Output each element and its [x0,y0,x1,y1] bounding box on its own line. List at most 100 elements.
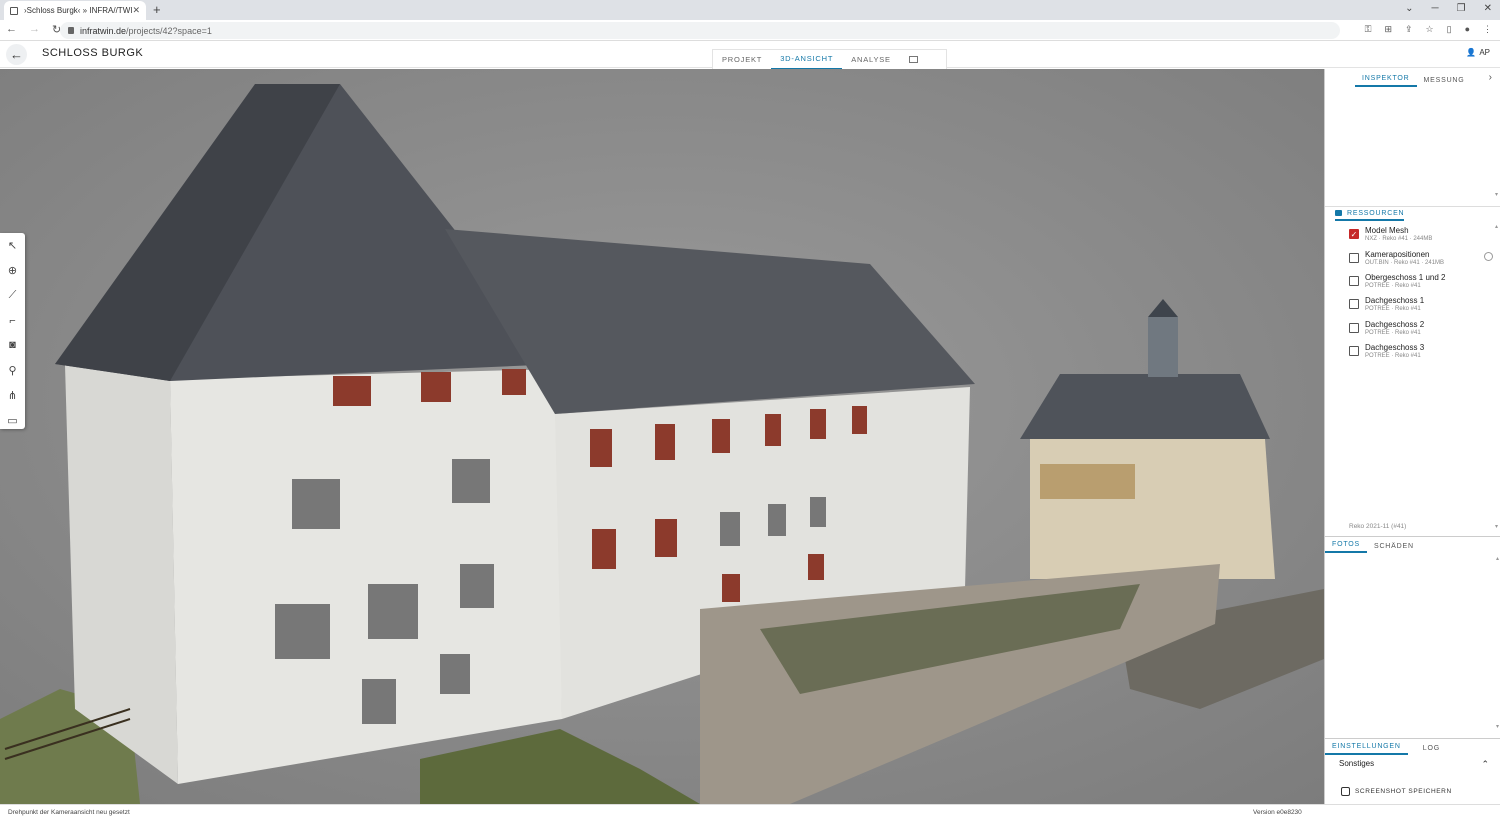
sidebar-icon[interactable]: ▯ [1447,24,1452,35]
sonstiges-label[interactable]: Sonstiges [1339,759,1374,768]
camera-icon[interactable]: ◙ [4,337,22,355]
tab-schaeden[interactable]: SCHÄDEN [1367,543,1421,553]
lock-icon [68,27,74,34]
contrast-toggle-icon[interactable] [1484,252,1493,261]
resource-name: Kamerapositionen [1365,250,1430,259]
resource-meta: POTREE · Reko #41 [1365,283,1421,289]
tab-log[interactable]: LOG [1416,745,1447,755]
resource-meta: POTREE · Reko #41 [1365,330,1421,336]
resource-name: Dachgeschoss 3 [1365,343,1425,352]
address-bar: ← → ↻ infratwin.de/projects/42?space=1 ⚿… [0,20,1500,41]
browser-tabstrip: ›Schloss Burgk‹ » INFRA//TWIN ✕ + ⌄ ─ ❐ … [0,0,1500,20]
scroll-down-icon[interactable]: ▾ [1495,523,1498,530]
resource-meta: POTREE · Reko #41 [1365,353,1421,359]
resource-name: Obergeschoss 1 und 2 [1365,273,1446,282]
user-icon: 👤 [1466,48,1477,57]
checkbox[interactable] [1349,323,1359,333]
3d-viewport[interactable]: ↖ ⊕ ⟋ ⌐ ◙ ⚲ ⋔ ▭ [0,69,1324,804]
tab-fotos[interactable]: FOTOS [1325,541,1367,553]
inspector-tabs: INSPEKTOR MESSUNG [1325,69,1500,87]
angle-measure-icon[interactable]: ⌐ [4,312,22,330]
resource-item[interactable]: Dachgeschoss 2 POTREE · Reko #41 [1349,320,1497,342]
checkbox[interactable] [1349,299,1359,309]
checkbox-checked[interactable]: ✓ [1349,229,1359,239]
comment-icon[interactable]: ▭ [4,411,22,429]
key-icon[interactable]: ⚿ [1365,24,1372,35]
back-button[interactable]: ← [6,44,27,65]
resource-meta: NXZ · Reko #41 · 244MB [1365,236,1433,242]
status-bar: Drehpunkt der Kameraansicht neu gesetzt … [0,804,1500,819]
tab-analyse[interactable]: ANALYSE [842,50,900,70]
url-field[interactable]: infratwin.de/projects/42?space=1 [60,22,1340,39]
split-view-icon [908,56,918,63]
save-screenshot-button[interactable]: SCREENSHOT SPEICHERN [1341,787,1452,796]
resource-meta: OUT.BIN · Reko #41 · 241MB [1365,260,1445,266]
url-path: /projects/42?space=1 [126,25,212,36]
photos-tabs: FOTOS SCHÄDEN [1325,537,1500,553]
camera-icon [1335,210,1342,216]
browser-tab[interactable]: ›Schloss Burgk‹ » INFRA//TWIN ✕ [4,1,146,20]
forward-arrow-icon[interactable]: → [29,23,40,36]
status-message: Drehpunkt der Kameraansicht neu gesetzt [8,809,130,816]
settings-section: EINSTELLUNGEN LOG Sonstiges ⌃ SCREENSHOT… [1325,738,1500,804]
project-title: SCHLOSS BURGK [42,47,144,59]
tab-3d-ansicht[interactable]: 3D-ANSICHT [771,50,843,70]
collapse-panel-chevron-icon[interactable]: › [1489,72,1492,83]
resource-name: Dachgeschoss 2 [1365,320,1425,329]
new-tab-icon[interactable]: + [153,2,161,17]
tab-einstellungen[interactable]: EINSTELLUNGEN [1325,743,1408,755]
close-tab-icon[interactable]: ✕ [132,5,140,16]
right-panel: INSPEKTOR MESSUNG › ▾ RESSOURCEN ▴ ✓ Mod… [1324,69,1500,804]
resource-item[interactable]: Dachgeschoss 3 POTREE · Reko #41 [1349,343,1497,365]
browser-nav: ← → ↻ [6,23,61,36]
scroll-up-icon[interactable]: ▴ [1496,555,1499,562]
tab-messung[interactable]: MESSUNG [1417,77,1472,87]
user-menu[interactable]: 👤 AP [1466,48,1490,57]
user-initials: AP [1479,48,1490,57]
translate-icon[interactable]: ⊞ [1384,24,1392,35]
tab-inspektor[interactable]: INSPEKTOR [1355,75,1417,87]
close-window-icon[interactable]: ✕ [1484,3,1492,14]
resource-item[interactable]: Kamerapositionen OUT.BIN · Reko #41 · 24… [1349,250,1497,272]
scroll-down-icon[interactable]: ▾ [1495,191,1498,198]
resource-item[interactable]: Obergeschoss 1 und 2 POTREE · Reko #41 [1349,273,1497,295]
tab-projekt[interactable]: PROJEKT [713,50,771,70]
version-label: Version e0e8230 [1253,809,1302,816]
minimize-icon[interactable]: ─ [1432,3,1439,14]
viewport-toolbar: ↖ ⊕ ⟋ ⌐ ◙ ⚲ ⋔ ▭ [0,233,25,429]
arrow-left-icon: ← [10,47,23,62]
resource-item[interactable]: ✓ Model Mesh NXZ · Reko #41 · 244MB [1349,226,1497,248]
scroll-down-icon[interactable]: ▾ [1496,723,1499,730]
browser-toolbar-icons: ⚿ ⊞ ⇪ ☆ ▯ ● ⋮ [1365,24,1492,35]
bookmark-star-icon[interactable]: ☆ [1426,24,1434,35]
network-nodes-icon[interactable]: ⋔ [4,386,22,404]
location-pin-icon[interactable]: ⚲ [4,361,22,379]
screenshot-icon [1341,787,1350,796]
resources-label: RESSOURCEN [1347,209,1405,217]
crosshair-icon[interactable]: ⊕ [4,262,22,280]
settings-tabs: EINSTELLUNGEN LOG [1325,739,1500,755]
view-tabs: PROJEKT 3D-ANSICHT ANALYSE [712,49,947,70]
measure-ruler-icon[interactable]: ⟋ [4,287,22,305]
restore-icon[interactable]: ❐ [1457,3,1466,14]
resource-item[interactable]: Dachgeschoss 1 POTREE · Reko #41 [1349,296,1497,318]
url-host: infratwin.de [80,25,127,36]
resource-name: Model Mesh [1365,226,1409,235]
castle-3d-model [0,69,1324,804]
photos-section: FOTOS SCHÄDEN ▴ ▾ [1325,536,1500,736]
page-favicon-icon [10,6,18,15]
select-cursor-icon[interactable]: ↖ [4,237,22,255]
tab-split-view[interactable] [900,50,927,70]
browser-menu-icon[interactable]: ⋮ [1483,24,1492,35]
resource-meta: POTREE · Reko #41 [1365,306,1421,312]
profile-icon[interactable]: ● [1465,24,1470,35]
checkbox[interactable] [1349,276,1359,286]
browser-tab-title: ›Schloss Burgk‹ » INFRA//TWIN [24,6,133,15]
checkbox[interactable] [1349,346,1359,356]
checkbox[interactable] [1349,253,1359,263]
save-screenshot-label: SCREENSHOT SPEICHERN [1355,788,1452,795]
tab-search-icon[interactable]: ⌄ [1405,3,1413,14]
chevron-up-icon[interactable]: ⌃ [1481,759,1489,770]
back-arrow-icon[interactable]: ← [6,23,17,36]
share-icon[interactable]: ⇪ [1405,24,1413,35]
